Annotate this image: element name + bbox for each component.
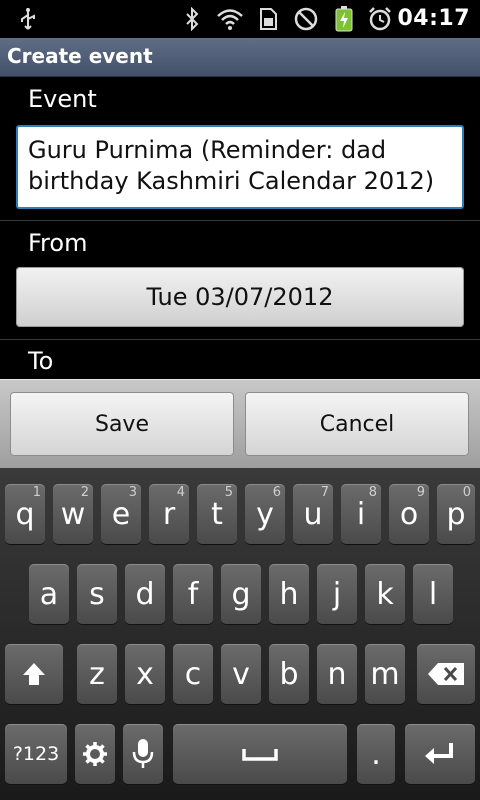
settings-key[interactable]	[75, 724, 115, 784]
to-label: To	[28, 347, 54, 375]
key-v[interactable]: v	[221, 644, 261, 704]
key-u[interactable]: u7	[293, 484, 333, 544]
key-b[interactable]: b	[269, 644, 309, 704]
battery-charging-icon	[330, 6, 358, 32]
period-key[interactable]: .	[357, 724, 395, 784]
microphone-icon	[132, 739, 154, 768]
action-bar: Save Cancel	[0, 379, 480, 469]
shift-icon	[23, 663, 45, 685]
key-char: y	[256, 496, 274, 532]
key-hint: 4	[176, 485, 185, 500]
space-icon	[242, 749, 278, 761]
key-a[interactable]: a	[29, 564, 69, 624]
key-char: o	[399, 496, 419, 532]
key-char: p	[446, 496, 466, 532]
divider	[0, 339, 480, 340]
gear-icon	[83, 742, 107, 766]
key-hint: 3	[128, 485, 137, 500]
key-p[interactable]: p0	[437, 484, 475, 544]
key-o[interactable]: o9	[389, 484, 429, 544]
key-char: r	[162, 496, 176, 532]
no-sound-icon	[292, 6, 320, 32]
key-char: i	[356, 496, 366, 532]
key-q[interactable]: q1	[5, 484, 45, 544]
key-g[interactable]: g	[221, 564, 261, 624]
page-title: Create event	[7, 44, 153, 68]
title-bar: Create event	[0, 38, 480, 77]
key-h[interactable]: h	[269, 564, 309, 624]
key-hint: 7	[320, 485, 329, 500]
key-s[interactable]: s	[77, 564, 117, 624]
key-char: t	[211, 496, 223, 532]
key-k[interactable]: k	[365, 564, 405, 624]
space-key[interactable]	[173, 724, 347, 784]
cancel-button[interactable]: Cancel	[245, 392, 469, 456]
key-char: u	[303, 496, 323, 532]
key-hint: 2	[80, 485, 89, 500]
clock-time: 04:17	[397, 6, 470, 31]
key-m[interactable]: m	[365, 644, 405, 704]
save-button[interactable]: Save	[10, 392, 234, 456]
key-e[interactable]: e3	[101, 484, 141, 544]
key-hint: 8	[368, 485, 377, 500]
shift-key[interactable]	[5, 644, 63, 704]
from-date-button[interactable]: Tue 03/07/2012	[16, 267, 464, 327]
key-c[interactable]: c	[173, 644, 213, 704]
key-i[interactable]: i8	[341, 484, 381, 544]
key-r[interactable]: r4	[149, 484, 189, 544]
key-hint: 9	[416, 485, 425, 500]
status-bar: 04:17	[0, 0, 480, 38]
enter-icon	[425, 743, 453, 764]
event-label: Event	[28, 85, 97, 113]
from-label: From	[28, 229, 88, 257]
key-z[interactable]: z	[77, 644, 117, 704]
key-hint: 6	[272, 485, 281, 500]
key-hint: 5	[224, 485, 233, 500]
key-d[interactable]: d	[125, 564, 165, 624]
usb-icon	[14, 6, 42, 32]
key-l[interactable]: l	[413, 564, 453, 624]
divider	[0, 220, 480, 221]
key-j[interactable]: j	[317, 564, 357, 624]
key-hint: 1	[32, 485, 41, 500]
key-char: q	[15, 496, 35, 532]
symbols-key[interactable]: ?123	[5, 724, 67, 784]
key-char: e	[111, 496, 131, 532]
backspace-icon	[428, 663, 464, 685]
enter-key[interactable]	[405, 724, 475, 784]
key-hint: 0	[462, 485, 471, 500]
soft-keyboard: q1 w2 e3 r4 t5 y6 u7 i8 o9 p0 a s d f g …	[0, 468, 480, 800]
key-w[interactable]: w2	[53, 484, 93, 544]
voice-input-key[interactable]	[123, 724, 163, 784]
event-form: Event Guru Purnima (Reminder: dad birthd…	[0, 77, 480, 379]
key-char: w	[60, 496, 86, 532]
wifi-icon	[216, 6, 244, 32]
event-title-input[interactable]: Guru Purnima (Reminder: dad birthday Kas…	[16, 125, 464, 209]
sim-card-icon	[254, 6, 282, 32]
key-y[interactable]: y6	[245, 484, 285, 544]
key-n[interactable]: n	[317, 644, 357, 704]
key-x[interactable]: x	[125, 644, 165, 704]
alarm-clock-icon	[366, 6, 394, 32]
key-t[interactable]: t5	[197, 484, 237, 544]
backspace-key[interactable]	[417, 644, 475, 704]
key-f[interactable]: f	[173, 564, 213, 624]
bluetooth-icon	[178, 6, 206, 32]
